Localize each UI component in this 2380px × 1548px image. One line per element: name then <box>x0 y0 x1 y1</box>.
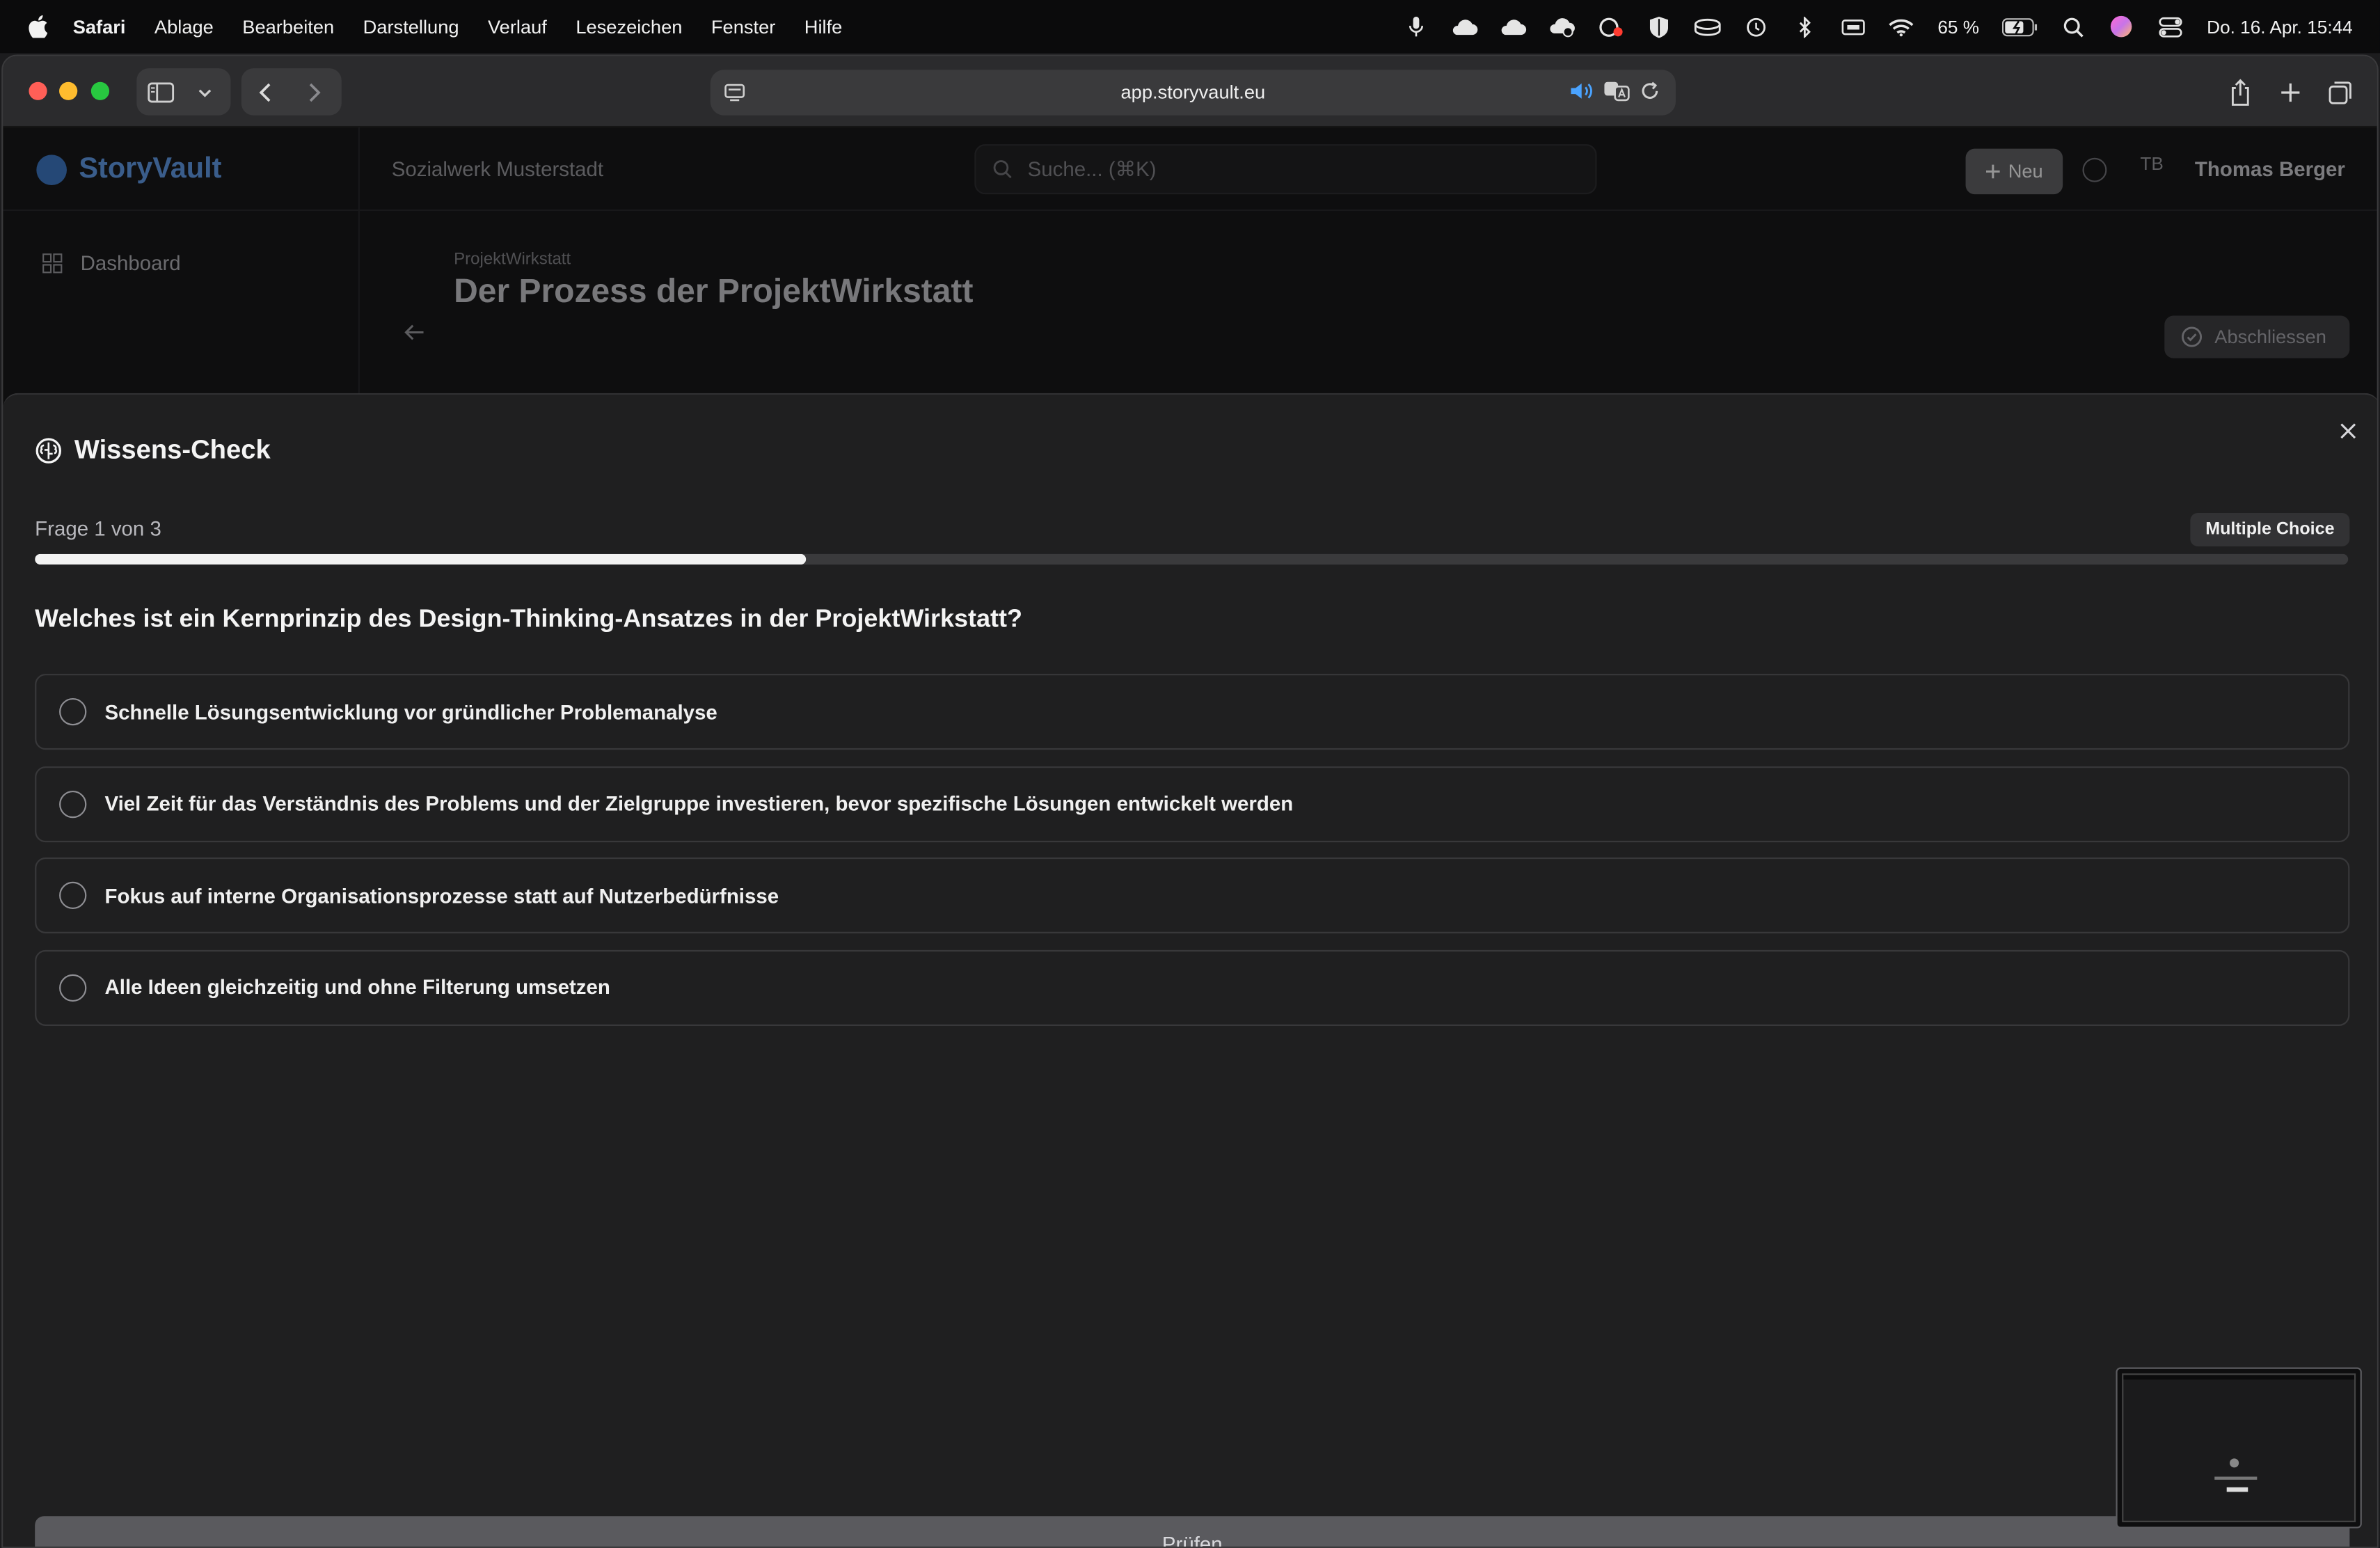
close-window-button[interactable] <box>29 81 47 100</box>
thumbnail-preview-image <box>2122 1373 2356 1522</box>
display-icon[interactable] <box>1839 16 1866 38</box>
safari-toolbar: app.storyvault.eu <box>3 56 2377 128</box>
back-icon[interactable] <box>241 68 290 116</box>
sidebar-toggle-group <box>136 68 231 116</box>
reload-icon[interactable] <box>1640 81 1661 102</box>
menu-hilfe[interactable]: Hilfe <box>804 16 843 38</box>
menu-ablage[interactable]: Ablage <box>154 16 214 38</box>
answer-option-label[interactable]: Viel Zeit für das Verständnis des Proble… <box>104 792 1293 815</box>
question-counter: Frage 1 von 3 <box>35 517 161 541</box>
macos-menubar: Safari Ablage Bearbeiten Darstellung Ver… <box>0 0 2380 54</box>
radio-button[interactable] <box>59 973 87 1001</box>
cloud-status-icon[interactable] <box>1548 16 1575 38</box>
question-type-badge: Multiple Choice <box>2190 512 2350 546</box>
shield-icon[interactable] <box>1644 15 1672 38</box>
radio-button[interactable] <box>59 789 87 818</box>
menu-verlauf[interactable]: Verlauf <box>488 16 547 38</box>
close-icon[interactable] <box>2338 420 2359 442</box>
tab-overview-icon[interactable] <box>2316 68 2365 116</box>
battery-percentage: 65 % <box>1937 15 1980 38</box>
battery-icon[interactable] <box>2001 16 2038 38</box>
cloud-sync-icon[interactable] <box>1499 16 1526 38</box>
screenshot-thumbnail[interactable] <box>2116 1367 2362 1529</box>
microphone-icon[interactable] <box>1402 15 1429 38</box>
time-machine-icon[interactable] <box>1742 16 1769 38</box>
safari-window: app.storyvault.eu StoryVault Sozialwerk … <box>1 54 2379 1548</box>
sidebar-toggle-icon[interactable] <box>136 68 185 116</box>
menu-app-name[interactable]: Safari <box>73 16 126 38</box>
translate-icon[interactable] <box>1603 81 1630 102</box>
answer-option-label[interactable]: Schnelle Lösungsentwicklung vor gründlic… <box>104 700 717 723</box>
drive-icon[interactable] <box>1693 16 1720 38</box>
quiz-progress-bar <box>35 553 2349 565</box>
control-center-icon[interactable] <box>2157 16 2184 38</box>
brain-icon <box>35 437 62 463</box>
answer-option[interactable]: Fokus auf interne Organisationsprozesse … <box>35 857 2350 933</box>
spotlight-search-icon[interactable] <box>2060 16 2087 38</box>
answer-option-label[interactable]: Fokus auf interne Organisationsprozesse … <box>104 884 779 907</box>
chevron-down-icon[interactable] <box>185 68 225 116</box>
bluetooth-icon[interactable] <box>1791 15 1818 38</box>
zoom-window-button[interactable] <box>90 81 110 100</box>
menubar-clock[interactable]: Do. 16. Apr. 15:44 <box>2207 16 2353 38</box>
page-menu-icon[interactable] <box>722 81 747 105</box>
question-text: Welches ist ein Kernprinzip des Design-T… <box>35 605 1023 633</box>
answer-option[interactable]: Schnelle Lösungsentwicklung vor gründlic… <box>35 674 2350 750</box>
siri-icon[interactable] <box>2108 15 2135 38</box>
knowledge-check-dialog: Wissens-Check Frage 1 von 3 Multiple Cho… <box>3 393 2377 1548</box>
answer-option[interactable]: Alle Ideen gleichzeitig und ohne Filteru… <box>35 949 2350 1025</box>
quiz-progress-fill <box>35 553 807 565</box>
check-answer-button[interactable]: Prüfen <box>35 1516 2350 1548</box>
menu-lesezeichen[interactable]: Lesezeichen <box>576 16 682 38</box>
minimize-window-button[interactable] <box>59 81 78 100</box>
audio-playing-icon[interactable] <box>1569 81 1594 102</box>
forward-icon[interactable] <box>290 68 339 116</box>
menu-bearbeiten[interactable]: Bearbeiten <box>242 16 334 38</box>
menubar-status-area: 65 % Do. 16. Apr. 15:44 <box>1391 0 2380 53</box>
check-answer-label: Prüfen <box>1161 1533 1223 1548</box>
address-bar[interactable]: app.storyvault.eu <box>710 70 1676 116</box>
wifi-icon[interactable] <box>1887 16 1914 38</box>
menu-fenster[interactable]: Fenster <box>711 16 775 38</box>
creative-cloud-icon[interactable] <box>1596 16 1624 38</box>
radio-button[interactable] <box>59 881 87 910</box>
dialog-title-text: Wissens-Check <box>74 434 271 465</box>
answer-options: Schnelle Lösungsentwicklung vor gründlic… <box>35 674 2350 1041</box>
apple-icon[interactable] <box>27 15 49 38</box>
new-tab-icon[interactable] <box>2266 68 2315 116</box>
menu-darstellung[interactable]: Darstellung <box>363 16 459 38</box>
answer-option[interactable]: Viel Zeit für das Verständnis des Proble… <box>35 766 2350 842</box>
cloud-icon[interactable] <box>1450 16 1477 38</box>
history-nav-group <box>241 68 342 116</box>
answer-option-label[interactable]: Alle Ideen gleichzeitig und ohne Filteru… <box>104 976 610 999</box>
radio-button[interactable] <box>59 697 87 726</box>
dialog-title: Wissens-Check <box>35 434 271 466</box>
share-icon[interactable] <box>2216 68 2264 116</box>
url-text[interactable]: app.storyvault.eu <box>1121 82 1266 104</box>
